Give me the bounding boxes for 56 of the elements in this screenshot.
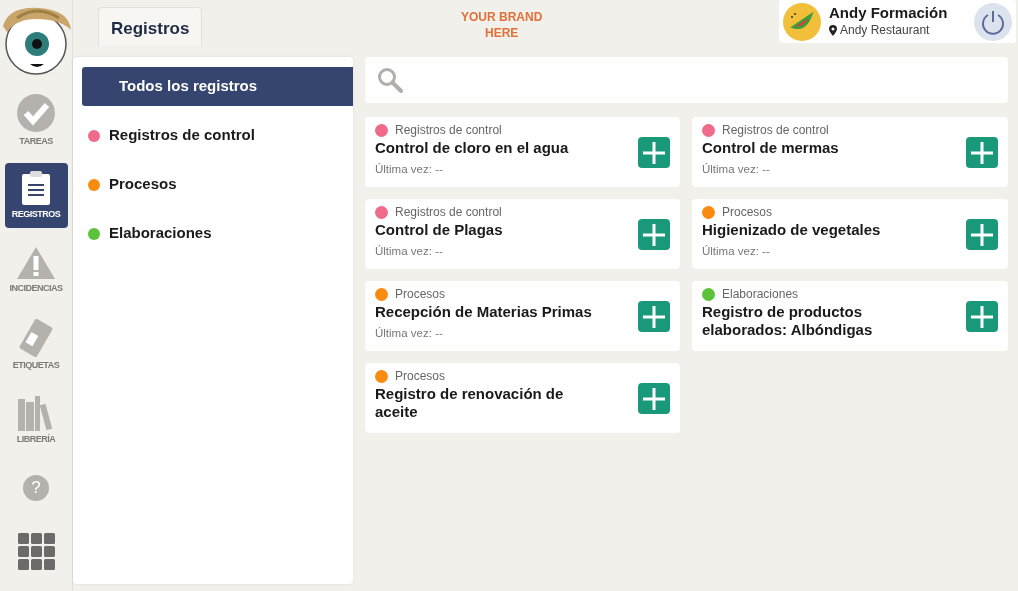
last-time: Última vez: --: [702, 162, 771, 177]
power-button[interactable]: [974, 2, 1012, 41]
plus-icon: [643, 223, 665, 246]
record-title: Control de Plagas: [375, 221, 504, 239]
clipboard-icon: [21, 169, 51, 206]
apps-grid-icon[interactable]: [17, 533, 55, 570]
search-icon: [377, 67, 403, 93]
add-button[interactable]: [638, 137, 670, 168]
plus-icon: [971, 223, 993, 246]
plus-icon: [643, 387, 665, 410]
location-pin-icon: [829, 24, 837, 36]
last-time: Última vez: --: [375, 244, 444, 259]
brand-text: YOUR BRAND HERE: [461, 9, 543, 41]
page-tab[interactable]: Registros: [98, 6, 203, 46]
record-title: Registro de productos elaborados: Albóndigas: [702, 303, 874, 339]
add-button[interactable]: [638, 301, 670, 332]
nav-item[interactable]: INCIDENCIAS: [4, 238, 68, 303]
search-field[interactable]: [365, 57, 1008, 103]
add-button[interactable]: [966, 137, 998, 168]
last-time: Última vez: --: [375, 326, 444, 341]
plus-icon: [971, 141, 993, 164]
nav-item[interactable]: TAREAS: [4, 88, 68, 153]
category-label: Registros de control: [395, 205, 502, 220]
filter-item[interactable]: Todos los registros: [82, 67, 353, 106]
category-label: Registros de control: [722, 123, 829, 138]
warning-icon: [16, 245, 56, 280]
restaurant-name: Andy Restaurant: [829, 21, 948, 39]
category-label: Registros de control: [395, 123, 502, 138]
record-title: Registro de renovación de aceite: [375, 385, 565, 421]
record-title: Higienizado de vegetales: [702, 221, 882, 239]
nav-item[interactable]: LIBRERÍA: [4, 388, 68, 453]
record-title: Recepción de Materias Primas: [375, 303, 593, 321]
check-circle-icon: [16, 92, 56, 133]
category-label: Elaboraciones: [722, 287, 799, 302]
plus-icon: [643, 305, 665, 328]
watermelon-avatar-icon: [783, 2, 821, 41]
nav-item[interactable]: REGISTROS: [4, 163, 68, 228]
plus-icon: [643, 141, 665, 164]
last-time: Última vez: --: [702, 244, 771, 259]
category-label: Procesos: [395, 369, 446, 384]
filter-item[interactable]: Elaboraciones: [73, 214, 344, 253]
add-button[interactable]: [966, 219, 998, 250]
add-button[interactable]: [966, 301, 998, 332]
last-time: Última vez: --: [375, 162, 444, 177]
add-button[interactable]: [638, 383, 670, 414]
record-title: Control de mermas: [702, 139, 840, 157]
category-label: Procesos: [395, 287, 446, 302]
power-icon: [980, 8, 1006, 35]
nav-item[interactable]: ETIQUETAS: [4, 313, 68, 378]
category-label: Procesos: [722, 205, 773, 220]
filter-item[interactable]: Procesos: [73, 165, 344, 204]
user-name: Andy Formación: [829, 4, 948, 21]
record-title: Control de cloro en el agua: [375, 139, 570, 157]
filter-item[interactable]: Registros de control: [73, 116, 344, 155]
add-button[interactable]: [638, 219, 670, 250]
plus-icon: [971, 305, 993, 328]
